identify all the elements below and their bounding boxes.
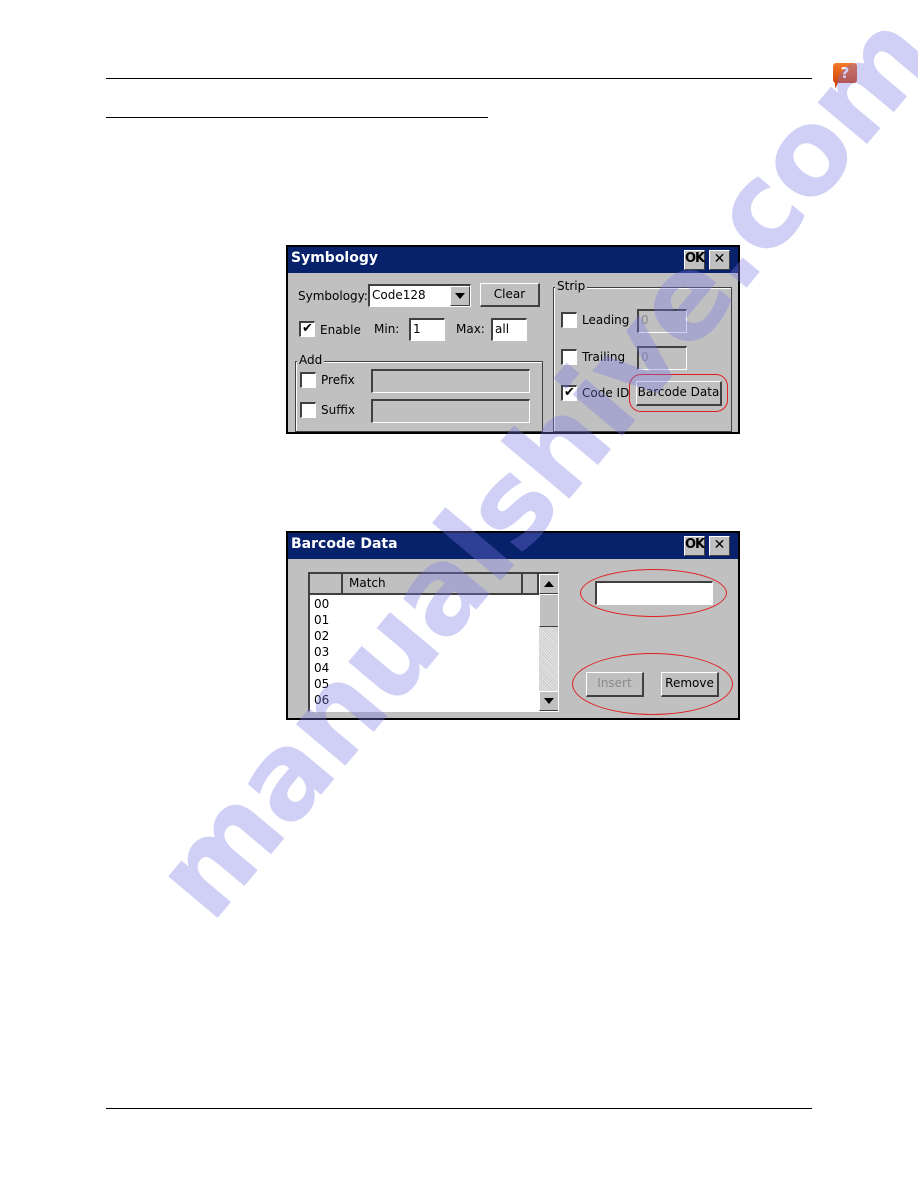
help-icon-tail [835,81,843,89]
list-item[interactable]: 07 [314,708,329,711]
title-bar: Symbology OK ✕ [288,247,738,273]
scroll-up-button[interactable] [539,574,558,594]
prefix-label: Prefix [321,373,355,387]
dialog-title: Barcode Data [291,536,398,552]
highlight-insert-remove-buttons [572,653,733,715]
chevron-down-icon [455,293,465,299]
list-item[interactable]: 05 [314,676,329,692]
dialog-title: Symbology [291,250,379,266]
column-header-match[interactable]: Match [343,574,523,595]
title-bar: Barcode Data OK ✕ [288,533,738,559]
list-item[interactable]: 02 [314,628,329,644]
leading-input[interactable]: 0 [637,309,687,333]
footer-rule [106,1108,812,1109]
prefix-input[interactable] [371,369,530,393]
trailing-checkbox[interactable] [561,349,577,365]
close-icon[interactable]: ✕ [709,250,730,270]
min-input[interactable]: 1 [409,318,445,341]
code-id-label: Code ID [582,386,630,400]
strip-group: Strip Leading 0 Trailing 0 ✔ Code ID Bar… [553,279,732,432]
max-input[interactable]: all [491,318,527,341]
close-icon[interactable]: ✕ [709,536,730,556]
symbology-dialog: Symbology OK ✕ Symbology: Code128 Clear … [286,245,740,434]
match-list[interactable]: Match 00 01 02 03 04 05 06 07 [308,572,559,712]
scroll-thumb[interactable] [539,594,558,627]
section-heading-underline [106,117,488,118]
min-label: Min: [374,322,400,336]
add-group: Add Prefix Suffix [295,353,543,432]
arrow-down-icon [544,698,554,704]
code-id-checkbox[interactable]: ✔ [561,385,577,401]
column-header-index[interactable] [310,574,343,595]
strip-group-title: Strip [555,279,588,293]
symbology-select-value: Code128 [372,288,426,302]
header-rule [106,78,812,79]
max-label: Max: [456,322,485,336]
list-item[interactable]: 04 [314,660,329,676]
symbology-label: Symbology: [298,289,368,303]
leading-checkbox[interactable] [561,312,577,328]
arrow-up-icon [544,581,554,587]
enable-label: Enable [320,323,361,337]
scroll-down-button[interactable] [539,691,558,711]
watermark: manualshive.com [127,0,918,944]
help-icon[interactable]: ? [833,63,857,83]
clear-button[interactable]: Clear [480,283,540,307]
barcode-data-dialog: Barcode Data OK ✕ Match 00 01 02 03 04 0… [286,531,740,720]
trailing-input[interactable]: 0 [637,346,687,370]
column-header-spacer [523,574,539,595]
suffix-checkbox[interactable] [300,402,316,418]
prefix-checkbox[interactable] [300,372,316,388]
ok-button[interactable]: OK [684,250,705,270]
leading-label: Leading [582,313,630,327]
highlight-match-input [580,569,727,617]
ok-button[interactable]: OK [684,536,705,556]
list-item[interactable]: 06 [314,692,329,708]
list-item[interactable]: 01 [314,612,329,628]
list-item[interactable]: 00 [314,596,329,612]
enable-checkbox[interactable]: ✔ [299,321,315,337]
suffix-input[interactable] [371,399,530,423]
list-item[interactable]: 03 [314,644,329,660]
dropdown-button[interactable] [450,286,470,306]
symbology-select[interactable]: Code128 [368,284,471,307]
add-group-title: Add [297,353,325,367]
trailing-label: Trailing [582,350,626,364]
suffix-label: Suffix [321,403,355,417]
highlight-barcode-data-button [629,374,728,412]
